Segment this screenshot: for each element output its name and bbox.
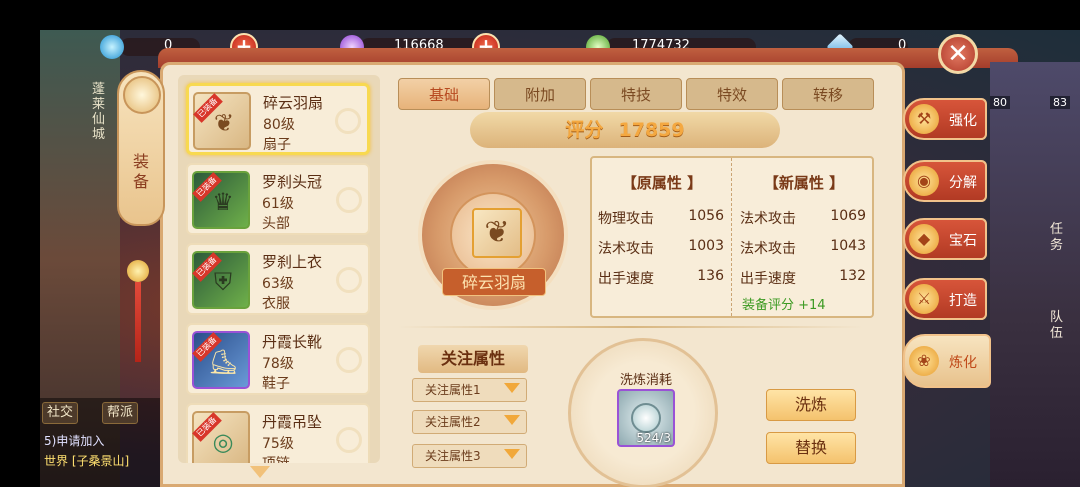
featured-item-name: 碎云羽扇: [442, 268, 546, 296]
list-item[interactable]: 已装备◎ 丹霞吊坠 75级 项链: [186, 403, 370, 463]
tab-effect[interactable]: 特效: [686, 78, 778, 110]
blue-orb-icon: [100, 35, 124, 59]
tassel-decoration: [125, 230, 151, 370]
replace-button[interactable]: 替换: [766, 432, 856, 464]
refine-stone-slot[interactable]: 524/3: [617, 389, 675, 447]
level-badge: 83: [1050, 96, 1070, 109]
stats-comparison: 【原属性 】 物理攻击 1056 法术攻击 1003 出手速度 136 【新属性 】 …: [590, 156, 874, 318]
stat-row: 法术攻击 1069: [740, 208, 866, 227]
side-tab-decompose[interactable]: ◉ 分解: [903, 160, 987, 202]
list-item[interactable]: 已装备 ⛸ 丹霞长靴 78级 鞋子: [186, 323, 370, 395]
anvil-icon: ⚔: [909, 284, 939, 314]
item-type: 衣服: [262, 296, 290, 312]
item-type: 头部: [262, 216, 290, 232]
attribute-tabs: 基础 附加 特技 特效 转移: [398, 78, 874, 110]
item-type: 项链: [262, 453, 290, 463]
pendant-icon: 已装备 ◎: [192, 411, 250, 463]
chat-line: 5)申请加入: [44, 434, 105, 448]
side-tab-gem[interactable]: ◆ 宝石: [903, 218, 987, 260]
fan-icon: ❦: [472, 208, 522, 258]
item-level: 78级: [262, 356, 294, 372]
level-badge: 80: [990, 96, 1010, 109]
item-name: 罗刹上衣: [262, 253, 323, 271]
item-type: 扇子: [263, 137, 291, 153]
follow-attr-title: 关注属性: [418, 345, 528, 373]
divider: [398, 326, 863, 328]
item-name: 碎云羽扇: [263, 94, 324, 112]
follow-attr-select-2[interactable]: 关注属性2: [412, 410, 527, 434]
refine-cost: 洗炼消耗 524/3: [568, 338, 718, 487]
stat-row: 物理攻击 1056: [598, 208, 724, 227]
item-level: 75级: [262, 436, 294, 452]
item-name: 丹霞长靴: [262, 333, 323, 351]
tab-transfer[interactable]: 转移: [782, 78, 874, 110]
social-button[interactable]: 社交: [42, 402, 79, 424]
right-map-strip: 80 83 任务 队伍: [990, 62, 1080, 487]
side-tab-refine[interactable]: ❀ 炼化: [903, 334, 991, 388]
city-name: 蓬莱仙城: [92, 82, 106, 142]
helmet-icon: 已装备 ♛: [192, 171, 250, 229]
side-tab-label: 宝石: [949, 233, 977, 249]
item-name: 丹霞吊坠: [262, 413, 323, 431]
score-bonus: 装备评分 +14: [742, 298, 826, 313]
chevron-down-icon: [504, 415, 520, 425]
hammer-icon: ⚒: [909, 104, 939, 134]
featured-item-medallion: ❦ 碎云羽扇: [418, 160, 568, 310]
gem-icon: ◆: [909, 224, 939, 254]
list-item[interactable]: 已装备 ⛨ 罗刹上衣 63级 衣服: [186, 243, 370, 315]
score-banner: 评分 17859: [470, 112, 780, 148]
list-item[interactable]: 已装备 ♛ 罗刹头冠 61级 头部: [186, 163, 370, 235]
lotus-icon: ❀: [909, 346, 939, 376]
scroll-down-icon[interactable]: [250, 466, 270, 478]
follow-attr-select-3[interactable]: 关注属性3: [412, 444, 527, 468]
item-type: 鞋子: [262, 376, 290, 392]
score-value: 17859: [618, 119, 685, 141]
original-attr-header: 【原属性 】: [621, 174, 703, 192]
boots-icon: 已装备 ⛸: [192, 331, 250, 389]
guild-button[interactable]: 帮派: [102, 402, 139, 424]
side-tab-label: 分解: [949, 175, 977, 191]
refine-stone-count: 524/3: [636, 431, 671, 445]
side-tab-strengthen[interactable]: ⚒ 强化: [903, 98, 987, 140]
stat-row: 法术攻击 1003: [598, 238, 724, 257]
refine-button[interactable]: 洗炼: [766, 389, 856, 421]
team-button[interactable]: 队伍: [1050, 310, 1066, 342]
list-item[interactable]: 已装备 ❦ 碎云羽扇 80级 扇子: [186, 83, 370, 155]
side-tab-label: 炼化: [949, 355, 977, 371]
fan-icon: 已装备 ❦: [193, 92, 251, 150]
top-black-bar: [0, 0, 1080, 30]
item-level: 80级: [263, 117, 295, 133]
stat-row: 法术攻击 1043: [740, 238, 866, 257]
side-tab-label: 打造: [949, 293, 977, 309]
item-level: 63级: [262, 276, 294, 292]
tab-extra[interactable]: 附加: [494, 78, 586, 110]
tab-basic[interactable]: 基础: [398, 78, 490, 110]
refine-cost-title: 洗炼消耗: [619, 373, 672, 388]
score-label: 评分: [565, 119, 604, 141]
close-button[interactable]: ✕: [938, 34, 978, 74]
sun-emblem-icon: [123, 76, 161, 114]
equip-tab[interactable]: 装备: [117, 70, 165, 226]
cauldron-icon: ◉: [909, 166, 939, 196]
stat-row: 出手速度 136: [598, 268, 724, 287]
item-name: 罗刹头冠: [262, 173, 323, 191]
equip-tab-label: 装备: [132, 152, 149, 191]
refine-stone-icon: [631, 403, 661, 433]
item-level: 61级: [262, 196, 294, 212]
follow-attr-select-1[interactable]: 关注属性1: [412, 378, 527, 402]
side-tab-label: 强化: [949, 113, 977, 129]
side-tab-forge[interactable]: ⚔ 打造: [903, 278, 987, 320]
left-black-bar: [0, 0, 40, 487]
chevron-down-icon: [504, 449, 520, 459]
chevron-down-icon: [504, 383, 520, 393]
chat-panel[interactable]: 社交 帮派 5)申请加入 世界 [子桑景山]: [40, 398, 160, 487]
new-attr-header: 【新属性 】: [763, 174, 845, 192]
tab-skill[interactable]: 特技: [590, 78, 682, 110]
game-screen: 蓬莱仙城 社交 帮派 5)申请加入 世界 [子桑景山] 0 + 116668 +…: [0, 0, 1080, 487]
armor-icon: 已装备 ⛨: [192, 251, 250, 309]
stat-row: 出手速度 132: [740, 268, 866, 287]
equipment-list[interactable]: 已装备 ❦ 碎云羽扇 80级 扇子 已装备 ♛ 罗刹头冠 61级 头部 已装备 ⛨ 罗…: [178, 75, 380, 463]
task-button[interactable]: 任务: [1050, 222, 1066, 254]
chat-line: 世界 [子桑景山]: [44, 454, 130, 468]
